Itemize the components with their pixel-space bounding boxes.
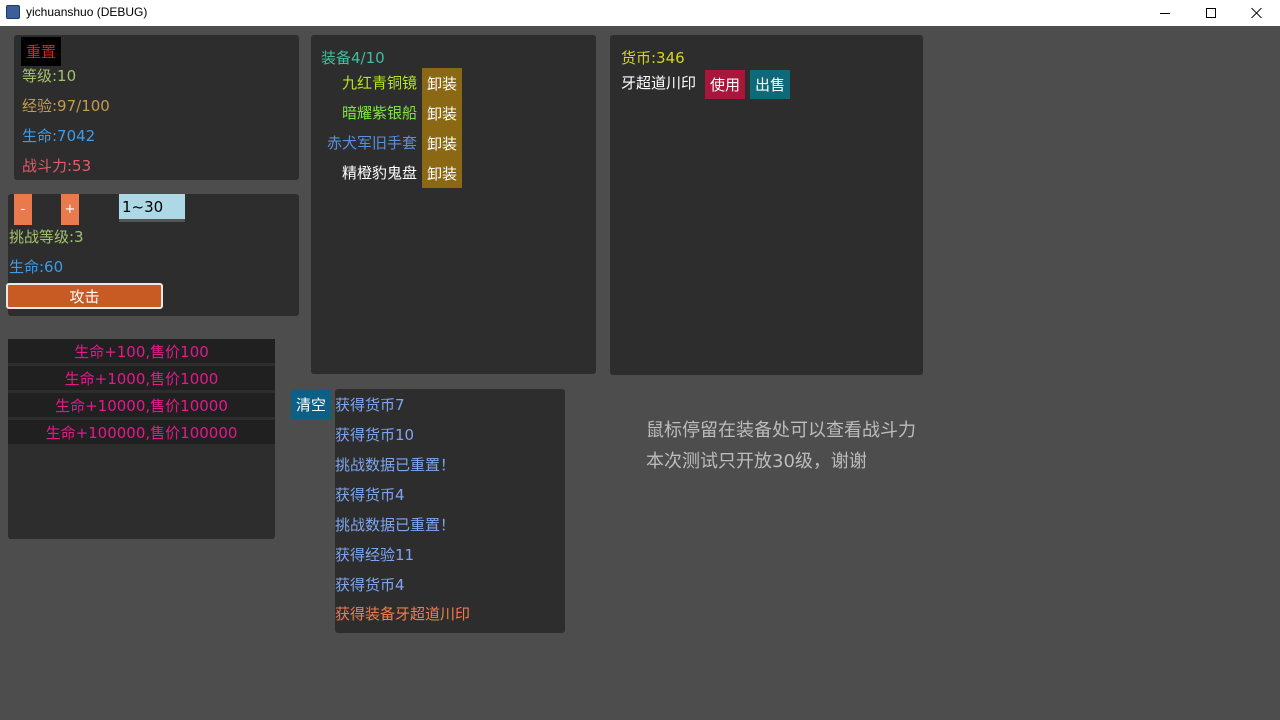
enemy-hp: 生命:60 — [9, 258, 64, 276]
unequip-button[interactable]: 卸装 — [422, 128, 462, 158]
shop-item[interactable]: 生命+100,售价100 — [8, 339, 275, 363]
player-hp: 生命:7042 — [22, 127, 96, 145]
shop-item[interactable]: 生命+10000,售价10000 — [8, 393, 275, 417]
inventory-panel: 货币:346 牙超道川印 使用 出售 — [610, 35, 923, 375]
log-entry: 获得货币10 — [335, 426, 415, 444]
reset-button[interactable]: 重置 — [21, 37, 61, 66]
log-entry: 获得装备牙超道川印 — [335, 605, 471, 623]
close-icon — [1251, 7, 1263, 19]
currency: 货币:346 — [621, 49, 685, 67]
equipment-item[interactable]: 赤犬军旧手套 — [327, 133, 417, 153]
player-level: 等级:10 — [22, 67, 77, 85]
close-button[interactable] — [1234, 0, 1280, 26]
equipment-item[interactable]: 九红青铜镜 — [342, 73, 417, 93]
equipment-item[interactable]: 精橙豹鬼盘 — [342, 163, 417, 183]
attack-button[interactable]: 攻击 — [6, 283, 163, 309]
title-bar: yichuanshuo (DEBUG) — [0, 0, 1280, 26]
window-title: yichuanshuo (DEBUG) — [26, 5, 148, 19]
log-entry: 获得经验11 — [335, 546, 415, 564]
shop-item[interactable]: 生命+1000,售价1000 — [8, 366, 275, 390]
maximize-icon — [1206, 8, 1216, 18]
sell-button[interactable]: 出售 — [750, 70, 790, 99]
use-button[interactable]: 使用 — [705, 70, 745, 99]
challenge-level: 挑战等级:3 — [9, 228, 84, 246]
log-entry: 获得货币7 — [335, 396, 405, 414]
player-exp: 经验:97/100 — [22, 97, 110, 115]
equipment-panel: 装备4/10 九红青铜镜 卸装 暗耀紫银船 卸装 赤犬军旧手套 卸装 精橙豹鬼盘… — [311, 35, 596, 374]
log-entry: 挑战数据已重置！ — [335, 516, 456, 534]
unequip-button[interactable]: 卸装 — [422, 158, 462, 188]
log-entry: 挑战数据已重置！ — [335, 456, 456, 474]
hint-line-2: 本次测试只开放30级，谢谢 — [646, 451, 867, 472]
inventory-item[interactable]: 牙超道川印 — [621, 73, 696, 93]
equipment-item[interactable]: 暗耀紫银船 — [342, 103, 417, 123]
minimize-icon — [1160, 12, 1170, 14]
unequip-button[interactable]: 卸装 — [422, 68, 462, 98]
app-icon — [6, 5, 20, 19]
log-entry: 获得货币4 — [335, 576, 405, 594]
shop-item[interactable]: 生命+100000,售价100000 — [8, 420, 275, 444]
level-range-field[interactable]: 1~30 — [119, 194, 185, 222]
log-entry: 获得货币4 — [335, 486, 405, 504]
minimize-button[interactable] — [1142, 0, 1188, 26]
shop-panel: 生命+100,售价100 生命+1000,售价1000 生命+10000,售价1… — [8, 339, 275, 539]
level-increase-button[interactable]: + — [61, 194, 79, 225]
maximize-button[interactable] — [1188, 0, 1234, 26]
level-decrease-button[interactable]: - — [14, 194, 32, 225]
challenge-panel: - + 1~30 挑战等级:3 生命:60 攻击 — [6, 194, 299, 316]
clear-log-button[interactable]: 清空 — [291, 389, 331, 419]
player-power: 战斗力:53 — [22, 157, 92, 175]
hint-line-1: 鼠标停留在装备处可以查看战斗力 — [646, 420, 916, 441]
stats-panel: 重置 等级:10 经验:97/100 生命:7042 战斗力:53 — [14, 35, 299, 180]
unequip-button[interactable]: 卸装 — [422, 98, 462, 128]
equipment-header: 装备4/10 — [321, 49, 385, 67]
log-panel: 获得货币7 获得货币10 挑战数据已重置！ 获得货币4 挑战数据已重置！ 获得经… — [335, 389, 565, 633]
